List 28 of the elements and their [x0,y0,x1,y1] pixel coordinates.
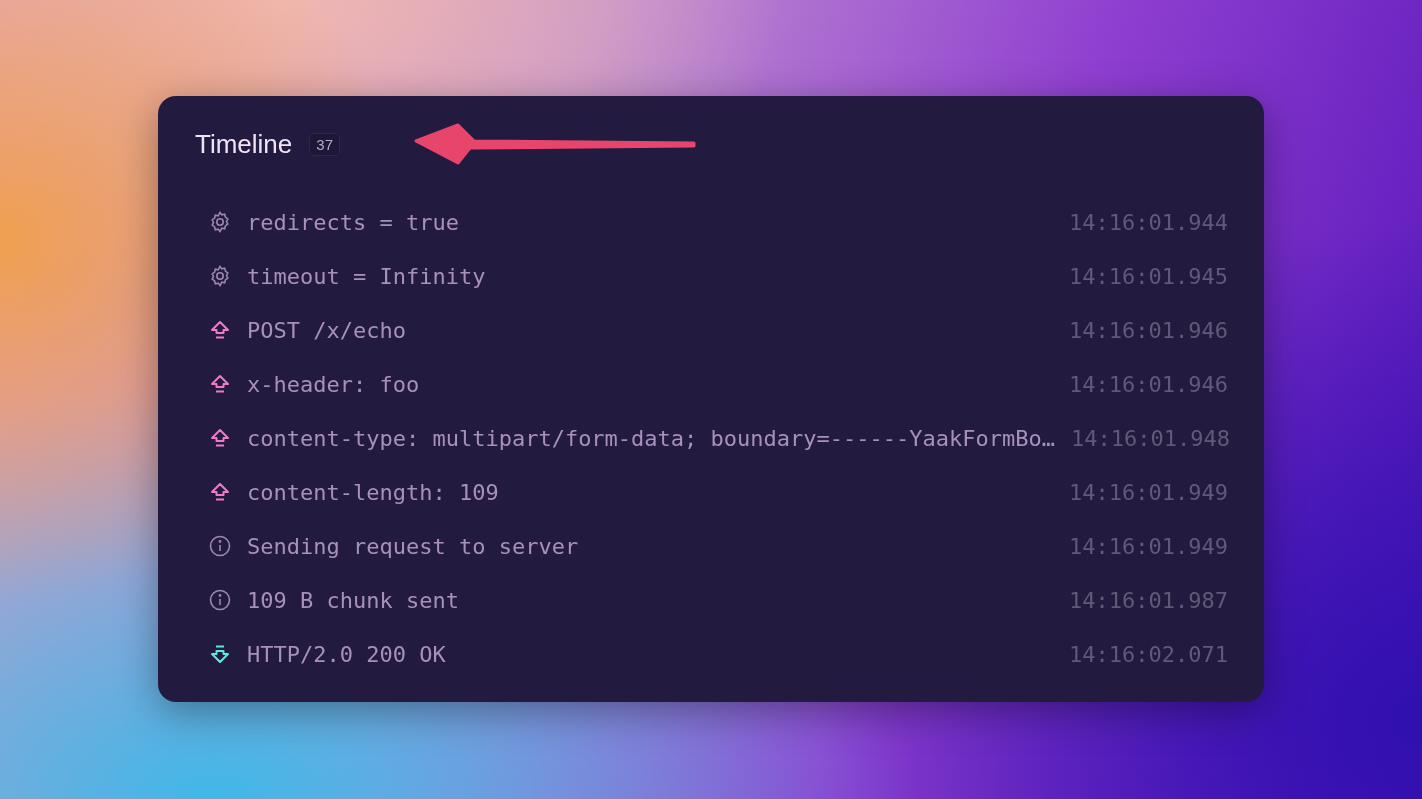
event-text: content-length: 109 [247,479,500,505]
event-time: 14:16:01.944 [1069,209,1228,235]
event-time: 14:16:02.071 [1069,641,1228,667]
upload-arrow-icon [208,480,232,504]
event-text: x-header: foo [247,371,421,397]
event-time: 14:16:01.945 [1069,263,1228,289]
event-text: HTTP/2.0 200 OK [247,641,447,667]
event-text: 109 B chunk sent [247,587,460,613]
event-text: timeout = Infinity [247,263,487,289]
event-text: Sending request to server [247,533,580,559]
panel-title: Timeline [195,128,293,160]
upload-arrow-icon [208,372,232,396]
upload-arrow-icon [208,426,232,450]
gear-icon [208,264,232,288]
event-text: redirects = true [247,209,460,235]
event-time: 14:16:01.946 [1069,317,1228,343]
event-time: 14:16:01.946 [1069,371,1228,397]
info-icon [208,588,232,612]
gear-icon [208,210,232,234]
event-time: 14:16:01.949 [1069,479,1228,505]
event-time: 14:16:01.987 [1069,587,1228,613]
count-badge: 37 [309,132,340,156]
upload-arrow-icon [208,318,232,342]
info-icon [208,534,232,558]
event-text: content-type: multipart/form-data; boundary=------YaakFormBo… [247,425,1055,451]
event-time: 14:16:01.948 [1070,425,1230,451]
event-text: POST /x/echo [247,317,407,343]
event-time: 14:16:01.949 [1069,533,1228,559]
